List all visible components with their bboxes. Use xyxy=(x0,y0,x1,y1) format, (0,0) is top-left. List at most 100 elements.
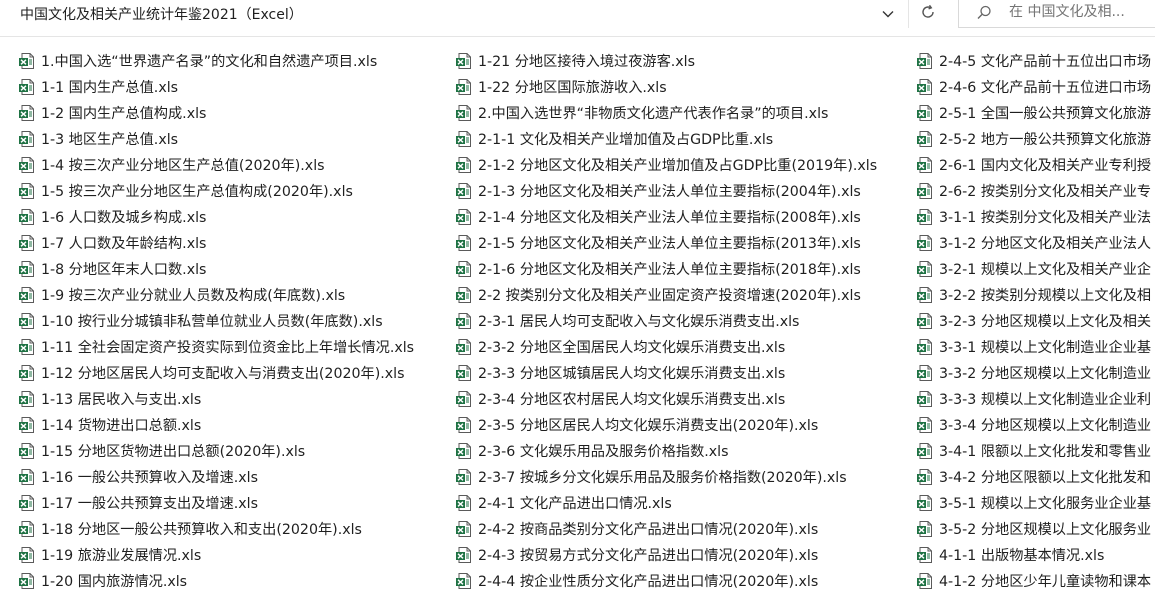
file-item[interactable]: 2-3-1 居民人均可支配收入与文化娱乐消费支出.xls xyxy=(455,308,877,334)
file-item[interactable]: 3-1-2 分地区文化及相关产业法人 xyxy=(916,230,1151,256)
file-item[interactable]: 3-5-1 规模以上文化服务业企业基 xyxy=(916,490,1151,516)
file-name: 3-1-1 按类别分文化及相关产业法 xyxy=(939,210,1152,226)
file-item[interactable]: 1-22 分地区国际旅游收入.xls xyxy=(455,74,877,100)
excel-file-icon xyxy=(18,182,36,200)
address-bar[interactable]: 中国文化及相关产业统计年鉴2021（Excel） xyxy=(0,0,905,28)
file-item[interactable]: 1-5 按三次产业分地区生产总值构成(2020年).xls xyxy=(18,178,414,204)
excel-file-icon xyxy=(455,468,473,486)
file-item[interactable]: 3-3-3 规模以上文化制造业企业利 xyxy=(916,386,1151,412)
file-item[interactable]: 2-2 按类别分文化及相关产业固定资产投资增速(2020年).xls xyxy=(455,282,877,308)
file-item[interactable]: 3-1-1 按类别分文化及相关产业法 xyxy=(916,204,1151,230)
file-item[interactable]: 2-6-1 国内文化及相关产业专利授 xyxy=(916,152,1151,178)
file-name: 1-17 一般公共预算支出及增速.xls xyxy=(41,496,259,512)
file-item[interactable]: 2-4-4 按企业性质分文化产品进出口情况(2020年).xls xyxy=(455,568,877,594)
file-item[interactable]: 3-3-2 分地区规模以上文化制造业 xyxy=(916,360,1151,386)
excel-file-icon xyxy=(455,130,473,148)
file-name: 1-18 分地区一般公共预算收入和支出(2020年).xls xyxy=(41,522,362,538)
excel-file-icon xyxy=(455,312,473,330)
file-item[interactable]: 2-4-1 文化产品进出口情况.xls xyxy=(455,490,877,516)
file-item[interactable]: 3-2-1 规模以上文化及相关产业企 xyxy=(916,256,1151,282)
file-item[interactable]: 1-17 一般公共预算支出及增速.xls xyxy=(18,490,414,516)
file-item[interactable]: 1.中国入选“世界遗产名录”的文化和自然遗产项目.xls xyxy=(18,48,414,74)
excel-file-icon xyxy=(455,78,473,96)
file-item[interactable]: 1-16 一般公共预算收入及增速.xls xyxy=(18,464,414,490)
file-item[interactable]: 1-6 人口数及城乡构成.xls xyxy=(18,204,414,230)
file-name: 1-2 国内生产总值构成.xls xyxy=(41,106,207,122)
file-item[interactable]: 2-6-2 按类别分文化及相关产业专 xyxy=(916,178,1151,204)
file-item[interactable]: 1-7 人口数及年龄结构.xls xyxy=(18,230,414,256)
excel-file-icon xyxy=(916,78,934,96)
file-item[interactable]: 2-1-6 分地区文化及相关产业法人单位主要指标(2018年).xls xyxy=(455,256,877,282)
file-item[interactable]: 2-1-4 分地区文化及相关产业法人单位主要指标(2008年).xls xyxy=(455,204,877,230)
excel-file-icon xyxy=(18,364,36,382)
excel-file-icon xyxy=(455,442,473,460)
excel-file-icon xyxy=(18,286,36,304)
file-item[interactable]: 2-4-3 按贸易方式分文化产品进出口情况(2020年).xls xyxy=(455,542,877,568)
file-item[interactable]: 1-8 分地区年末人口数.xls xyxy=(18,256,414,282)
excel-file-icon xyxy=(916,364,934,382)
file-item[interactable]: 2-1-5 分地区文化及相关产业法人单位主要指标(2013年).xls xyxy=(455,230,877,256)
file-item[interactable]: 2-3-3 分地区城镇居民人均文化娱乐消费支出.xls xyxy=(455,360,877,386)
file-item[interactable]: 3-2-2 按类别分规模以上文化及相 xyxy=(916,282,1151,308)
excel-file-icon xyxy=(916,104,934,122)
file-name: 2-3-2 分地区全国居民人均文化娱乐消费支出.xls xyxy=(478,340,786,356)
file-item[interactable]: 2-3-6 文化娱乐用品及服务价格指数.xls xyxy=(455,438,877,464)
search-box[interactable] xyxy=(958,0,1155,28)
refresh-button[interactable] xyxy=(908,0,947,28)
file-item[interactable]: 4-1-2 分地区少年儿童读物和课本 xyxy=(916,568,1151,594)
file-item[interactable]: 3-2-3 分地区规模以上文化及相关 xyxy=(916,308,1151,334)
file-item[interactable]: 1-14 货物进出口总额.xls xyxy=(18,412,414,438)
file-item[interactable]: 2-4-5 文化产品前十五位出口市场 xyxy=(916,48,1151,74)
file-item[interactable]: 4-1-1 出版物基本情况.xls xyxy=(916,542,1151,568)
file-item[interactable]: 2-4-6 文化产品前十五位进口市场 xyxy=(916,74,1151,100)
file-item[interactable]: 2-5-1 全国一般公共预算文化旅游 xyxy=(916,100,1151,126)
excel-file-icon xyxy=(455,260,473,278)
file-item[interactable]: 2-1-2 分地区文化及相关产业增加值及占GDP比重(2019年).xls xyxy=(455,152,877,178)
file-item[interactable]: 1-19 旅游业发展情况.xls xyxy=(18,542,414,568)
file-item[interactable]: 2-3-2 分地区全国居民人均文化娱乐消费支出.xls xyxy=(455,334,877,360)
file-name: 1-13 居民收入与支出.xls xyxy=(41,392,202,408)
file-item[interactable]: 1-18 分地区一般公共预算收入和支出(2020年).xls xyxy=(18,516,414,542)
file-item[interactable]: 2-3-5 分地区居民人均文化娱乐消费支出(2020年).xls xyxy=(455,412,877,438)
chevron-down-icon[interactable] xyxy=(878,4,898,24)
excel-file-icon xyxy=(916,182,934,200)
file-item[interactable]: 1-10 按行业分城镇非私营单位就业人员数(年底数).xls xyxy=(18,308,414,334)
file-item[interactable]: 3-5-2 分地区规模以上文化服务业 xyxy=(916,516,1151,542)
file-item[interactable]: 1-12 分地区居民人均可支配收入与消费支出(2020年).xls xyxy=(18,360,414,386)
file-item[interactable]: 2-1-1 文化及相关产业增加值及占GDP比重.xls xyxy=(455,126,877,152)
file-item[interactable]: 1-9 按三次产业分就业人员数及构成(年底数).xls xyxy=(18,282,414,308)
file-item[interactable]: 1-3 地区生产总值.xls xyxy=(18,126,414,152)
file-name: 2-4-2 按商品类别分文化产品进出口情况(2020年).xls xyxy=(478,522,819,538)
file-item[interactable]: 2-5-2 地方一般公共预算文化旅游 xyxy=(916,126,1151,152)
search-input[interactable] xyxy=(1009,4,1149,20)
file-name: 2-5-1 全国一般公共预算文化旅游 xyxy=(939,106,1152,122)
excel-file-icon xyxy=(455,364,473,382)
file-item[interactable]: 3-3-1 规模以上文化制造业企业基 xyxy=(916,334,1151,360)
file-item[interactable]: 2-3-4 分地区农村居民人均文化娱乐消费支出.xls xyxy=(455,386,877,412)
file-item[interactable]: 1-1 国内生产总值.xls xyxy=(18,74,414,100)
file-item[interactable]: 1-15 分地区货物进出口总额(2020年).xls xyxy=(18,438,414,464)
file-item[interactable]: 3-4-2 分地区限额以上文化批发和 xyxy=(916,464,1151,490)
file-name: 2-4-3 按贸易方式分文化产品进出口情况(2020年).xls xyxy=(478,548,819,564)
excel-file-icon xyxy=(916,208,934,226)
file-name: 2-6-1 国内文化及相关产业专利授 xyxy=(939,158,1152,174)
address-path[interactable]: 中国文化及相关产业统计年鉴2021（Excel） xyxy=(20,4,303,24)
file-item[interactable]: 3-3-4 分地区规模以上文化制造业 xyxy=(916,412,1151,438)
file-item[interactable]: 2-1-3 分地区文化及相关产业法人单位主要指标(2004年).xls xyxy=(455,178,877,204)
file-item[interactable]: 3-4-1 限额以上文化批发和零售业 xyxy=(916,438,1151,464)
excel-file-icon xyxy=(455,338,473,356)
file-item[interactable]: 1-20 国内旅游情况.xls xyxy=(18,568,414,594)
file-item[interactable]: 2.中国入选世界“非物质文化遗产代表作名录”的项目.xls xyxy=(455,100,877,126)
file-item[interactable]: 1-13 居民收入与支出.xls xyxy=(18,386,414,412)
file-item[interactable]: 1-21 分地区接待入境过夜游客.xls xyxy=(455,48,877,74)
file-item[interactable]: 2-4-2 按商品类别分文化产品进出口情况(2020年).xls xyxy=(455,516,877,542)
file-item[interactable]: 1-2 国内生产总值构成.xls xyxy=(18,100,414,126)
file-item[interactable]: 2-3-7 按城乡分文化娱乐用品及服务价格指数(2020年).xls xyxy=(455,464,877,490)
file-name: 1-20 国内旅游情况.xls xyxy=(41,574,188,590)
file-item[interactable]: 1-4 按三次产业分地区生产总值(2020年).xls xyxy=(18,152,414,178)
file-name: 1-10 按行业分城镇非私营单位就业人员数(年底数).xls xyxy=(41,314,383,330)
file-item[interactable]: 1-11 全社会固定资产投资实际到位资金比上年增长情况.xls xyxy=(18,334,414,360)
file-name: 3-3-2 分地区规模以上文化制造业 xyxy=(939,366,1152,382)
excel-file-icon xyxy=(455,416,473,434)
excel-file-icon xyxy=(455,104,473,122)
